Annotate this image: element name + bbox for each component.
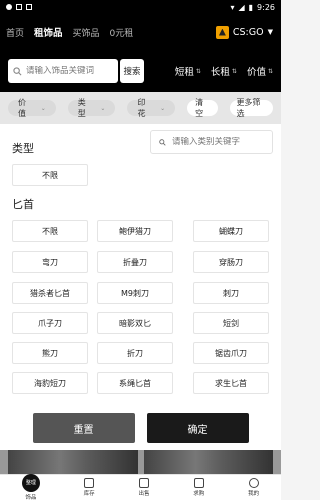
reset-button[interactable]: 重置 (32, 413, 135, 443)
tab-label: 求购 (193, 491, 205, 497)
dagger-option[interactable]: 求生匕首 (193, 372, 269, 394)
nav-rent[interactable]: 租饰品 (34, 25, 63, 39)
tab-label: 库存 (83, 491, 95, 497)
tab-mine[interactable]: 我的 (248, 478, 259, 497)
nav-free-rent[interactable]: 0元租 (110, 26, 134, 39)
tab-sell[interactable]: 出售 (138, 478, 149, 497)
dagger-option[interactable]: 暗影双匕 (97, 312, 173, 334)
dagger-option[interactable]: 爪子刀 (12, 312, 88, 334)
chevron-down-icon: ⌄ (160, 104, 166, 112)
chip-value[interactable]: 价值 ⌄ (8, 98, 56, 118)
tab-want-buy[interactable]: 求购 (193, 478, 204, 497)
chevron-down-icon: ▼ (267, 28, 273, 36)
sell-icon (138, 478, 149, 488)
sort-group: 短租 ⇅ 长租 ⇅ 价值 ⇅ (175, 64, 273, 78)
tab-label: 饰品 (25, 495, 37, 500)
dagger-option[interactable]: 熊刀 (12, 342, 88, 364)
type-search-box[interactable] (150, 130, 273, 154)
dagger-option[interactable]: 猎杀者匕首 (12, 282, 88, 304)
chevron-down-icon: ⌄ (40, 104, 46, 112)
csgo-logo-icon (215, 25, 229, 39)
tab-label: 出售 (138, 491, 150, 497)
items-home-icon: 整理 (21, 474, 40, 492)
type-filter-panel: 类型 不限 匕首 不限 鲍伊猎刀 蝴蝶刀 弯刀 折叠刀 穿肠刀 猎杀者匕首 M9… (0, 124, 281, 450)
wifi-icon: ▾ (230, 2, 235, 12)
search-icon (159, 138, 166, 146)
search-box[interactable] (8, 59, 118, 83)
chip-label: 印花 (137, 98, 146, 118)
type-option-any[interactable]: 不限 (12, 164, 88, 186)
dagger-option[interactable]: 锯齿爪刀 (193, 342, 269, 364)
item-card-image[interactable] (8, 450, 138, 474)
dagger-heading: 匕首 (12, 198, 34, 211)
tab-inventory[interactable]: 库存 (84, 478, 95, 497)
sort-arrows-icon: ⇅ (195, 67, 201, 75)
sort-label: 价值 (246, 67, 266, 78)
dagger-option[interactable]: 穿肠刀 (193, 251, 269, 273)
dagger-option[interactable]: 刺刀 (193, 282, 269, 304)
dagger-option[interactable]: 折叠刀 (97, 251, 173, 273)
app-notification-icon (26, 4, 32, 10)
sort-arrows-icon: ⇅ (231, 67, 237, 75)
sort-label: 长租 (210, 67, 230, 78)
app-notification-icon (16, 4, 22, 10)
nav-buy[interactable]: 买饰品 (73, 26, 100, 39)
notification-icon (6, 4, 12, 10)
dagger-option[interactable]: 海豹短刀 (12, 372, 88, 394)
search-icon (13, 66, 22, 75)
sort-short-rent[interactable]: 短租 ⇅ (175, 64, 201, 78)
sort-value[interactable]: 价值 ⇅ (247, 64, 273, 78)
filter-chips-row: 价值 ⌄ 类型 ⌄ 印花 ⌄ 清空 更多筛选 (0, 92, 281, 124)
clear-button[interactable]: 清空 (187, 98, 219, 118)
item-card-image[interactable] (143, 450, 273, 474)
game-selector[interactable]: CS:GO ▼ (215, 25, 273, 39)
home-icon-label-top: 整理 (25, 480, 36, 486)
status-bar: ▾ ◢ ▮ 9:26 (0, 0, 281, 14)
nav-home[interactable]: 首页 (6, 26, 24, 39)
top-nav: 首页 租饰品 买饰品 0元租 CS:GO ▼ (0, 14, 281, 50)
bottom-tab-bar: 整理 饰品 库存 出售 求购 我的 (0, 474, 281, 500)
chip-label: 类型 (77, 98, 86, 118)
dagger-option[interactable]: M9刺刀 (97, 282, 173, 304)
search-button[interactable]: 搜索 (120, 59, 144, 83)
sort-long-rent[interactable]: 长租 ⇅ (211, 64, 237, 78)
dagger-option[interactable]: 折刀 (97, 342, 173, 364)
clock: 9:26 (257, 2, 275, 12)
tab-items[interactable]: 整理 饰品 (21, 474, 40, 500)
dagger-option[interactable]: 系绳匕首 (97, 372, 173, 394)
tab-label: 我的 (248, 491, 260, 497)
panel-actions: 重置 确定 (0, 406, 281, 450)
more-filters-button[interactable]: 更多筛选 (230, 98, 273, 118)
battery-icon: ▮ (248, 2, 254, 12)
type-search-input[interactable] (172, 137, 272, 147)
chip-label: 价值 (18, 98, 26, 118)
dagger-option[interactable]: 短剑 (193, 312, 269, 334)
search-row: 搜索 短租 ⇅ 长租 ⇅ 价值 ⇅ (0, 50, 281, 92)
dagger-option[interactable]: 鲍伊猎刀 (97, 220, 173, 242)
item-card-strip (0, 450, 281, 474)
dagger-option[interactable]: 蝴蝶刀 (193, 220, 269, 242)
confirm-button[interactable]: 确定 (146, 413, 249, 443)
dagger-option[interactable]: 弯刀 (12, 251, 88, 273)
want-buy-icon (193, 478, 204, 488)
user-icon (248, 478, 259, 488)
inventory-icon (84, 478, 95, 488)
game-name: CS:GO (232, 26, 264, 38)
sort-arrows-icon: ⇅ (267, 67, 273, 75)
dagger-option[interactable]: 不限 (12, 220, 88, 242)
chevron-down-icon: ⌄ (100, 104, 106, 112)
chip-sticker[interactable]: 印花 ⌄ (127, 98, 176, 118)
sort-label: 短租 (174, 67, 194, 78)
signal-icon: ◢ (238, 2, 245, 12)
chip-type[interactable]: 类型 ⌄ (67, 98, 116, 118)
search-input[interactable] (26, 66, 106, 76)
type-heading: 类型 (12, 142, 34, 155)
